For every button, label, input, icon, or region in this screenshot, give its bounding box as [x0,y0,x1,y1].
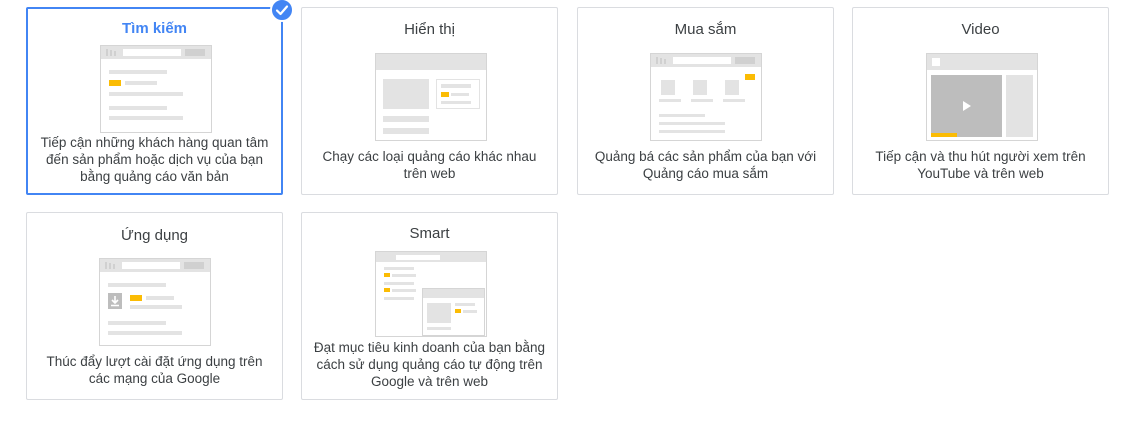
campaign-card-app[interactable]: Ứng dụng Thúc đẩy lượt cài đặt ứng dụng … [26,212,283,400]
campaign-card-video[interactable]: Video Tiếp cận và thu hút người xem trên… [852,7,1109,195]
card-title: Tìm kiếm [121,20,188,37]
app-illustration [99,258,211,346]
card-description: Tiếp cận và thu hút người xem trên YouTu… [875,149,1086,181]
card-description: Thúc đẩy lượt cài đặt ứng dụng trên các … [46,354,263,386]
campaign-card-smart[interactable]: Smart Đạt mục tiêu kinh doanh của bạn bằ… [301,212,558,400]
card-title: Ứng dụng [120,227,189,244]
campaign-card-display[interactable]: Hiển thị Chạy các loại quảng cáo khác nh… [301,7,558,195]
shopping-illustration [650,53,762,141]
card-title: Mua sắm [674,21,737,38]
card-description: Đạt mục tiêu kinh doanh của bạn bằng các… [313,340,546,389]
card-description: Chạy các loại quảng cáo khác nhau trên w… [322,149,537,181]
download-icon [108,293,122,309]
video-illustration [926,53,1038,141]
card-description: Tiếp cận những khách hàng quan tâm đến s… [40,135,269,184]
display-illustration [375,53,487,141]
campaign-card-shopping[interactable]: Mua sắm Quảng bá các sản phẩm của bạn vớ… [577,7,834,195]
card-title: Smart [409,225,450,242]
selected-check-icon [270,0,294,22]
card-description: Quảng bá các sản phẩm của bạn với Quảng … [594,149,817,181]
smart-illustration [375,251,487,337]
card-title: Video [961,21,1000,38]
search-illustration [100,45,212,133]
campaign-card-search[interactable]: Tìm kiếm Tiếp cận những khách hàng quan … [26,7,283,195]
card-title: Hiển thị [404,21,455,38]
